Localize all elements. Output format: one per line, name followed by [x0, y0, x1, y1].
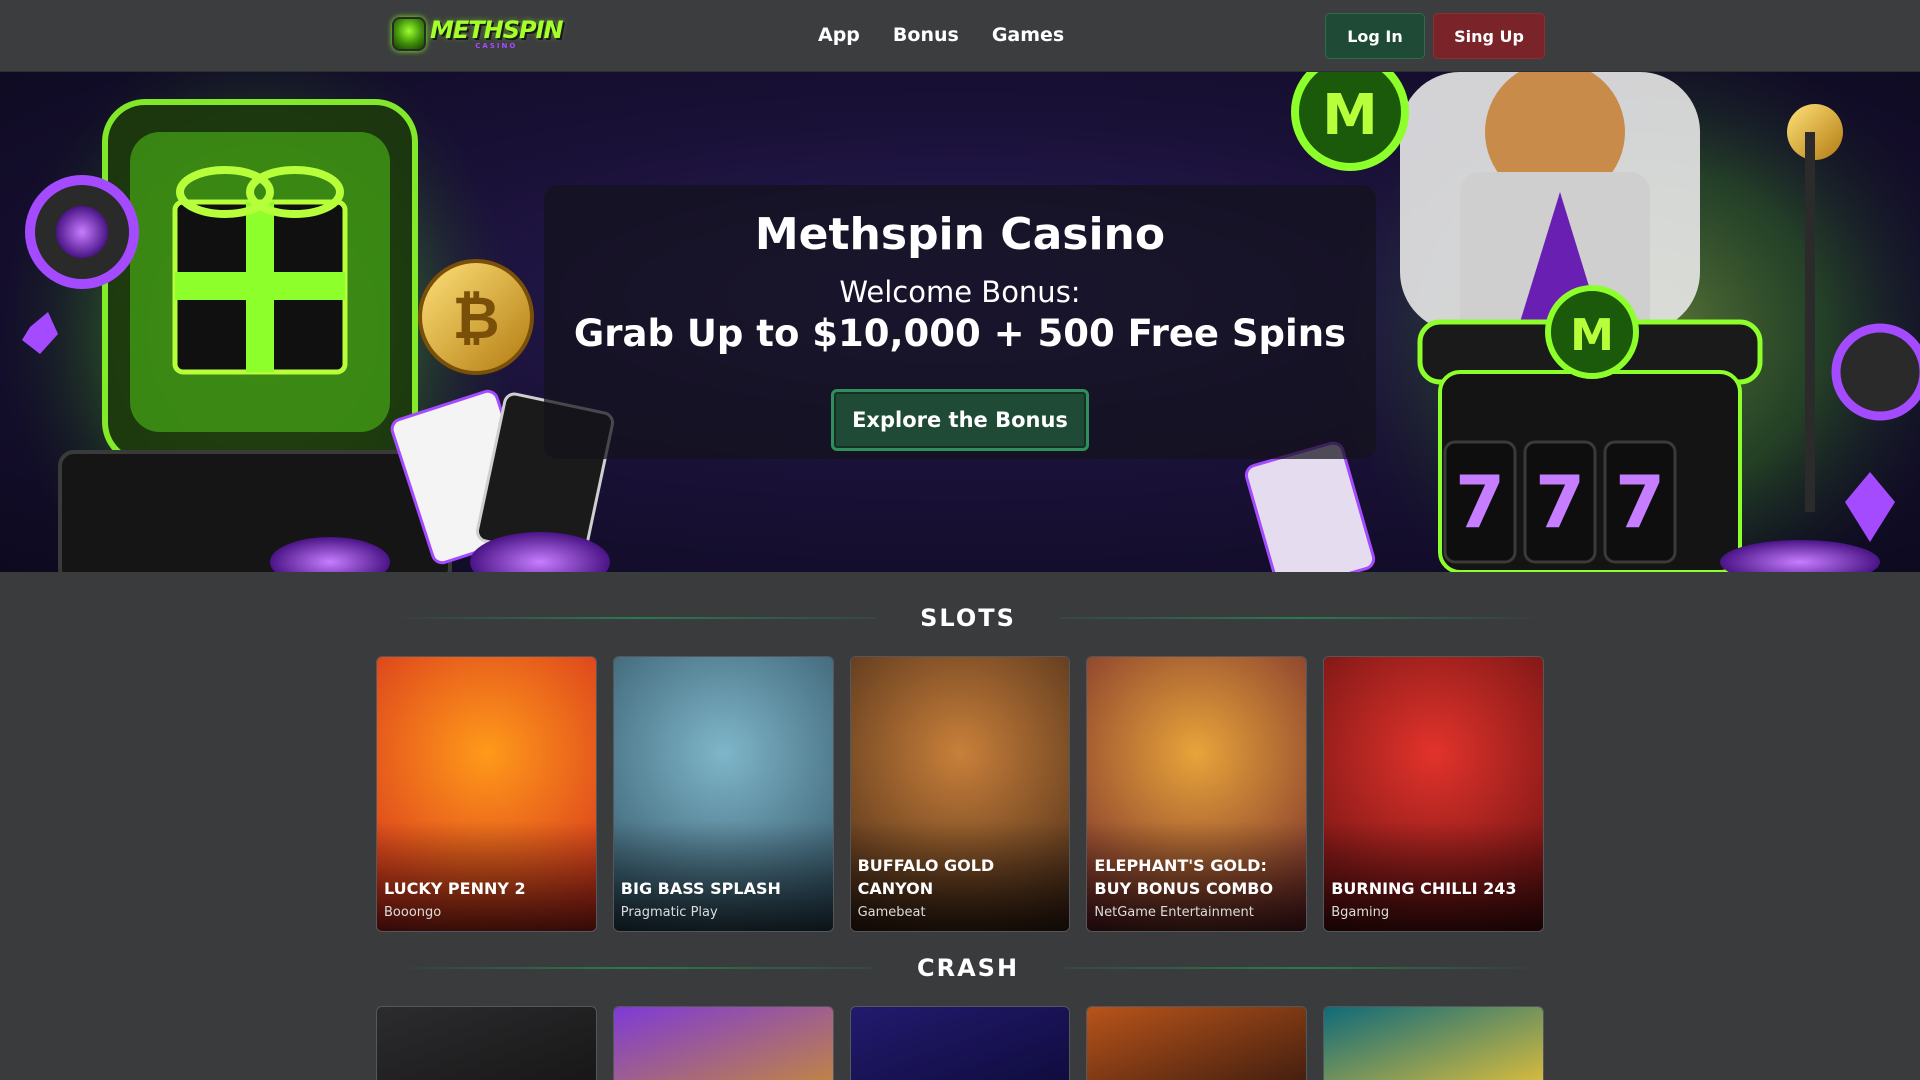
game-name: BURNING CHILLI 243	[1331, 879, 1517, 898]
divider	[1059, 617, 1544, 619]
game-name: LUCKY PENNY 2	[384, 879, 526, 898]
game-thumbnail	[613, 1007, 833, 1080]
main-nav: App Bonus Games	[818, 24, 1064, 46]
divider	[1063, 967, 1545, 969]
game-provider: Booongo	[384, 905, 442, 920]
game-thumbnail	[850, 1007, 1070, 1080]
methspin-logo[interactable]: METHSPIN CASINO	[392, 12, 564, 56]
game-thumbnail	[1087, 1007, 1307, 1080]
svg-text:M: M	[1322, 83, 1378, 148]
game-card[interactable]: BIG BASS SPLASH Pragmatic Play	[612, 656, 834, 932]
game-card[interactable]: BUFFALO GOLD CANYON Gamebeat	[849, 656, 1071, 932]
game-name: ELEPHANT'S GOLD: BUY BONUS COMBO	[1094, 856, 1274, 898]
nav-bonus[interactable]: Bonus	[893, 24, 959, 46]
hero-subtitle: Welcome Bonus:	[839, 275, 1081, 309]
nav-app[interactable]: App	[818, 24, 860, 46]
game-card[interactable]	[1323, 1006, 1544, 1080]
explore-bonus-button[interactable]: Explore the Bonus	[831, 389, 1089, 451]
svg-text:M: M	[1570, 310, 1614, 361]
slots-section-title: SLOTS	[392, 603, 1544, 633]
svg-text:7: 7	[1535, 460, 1585, 544]
game-card[interactable]	[1086, 1006, 1308, 1080]
login-button[interactable]: Log In	[1325, 13, 1425, 59]
logo-wordmark: METHSPIN CASINO	[430, 16, 564, 50]
section-heading: CRASH	[916, 954, 1020, 982]
hero-banner: ₿ M 7 7 7 M Methspin Casino Welcome Bonu…	[0, 72, 1920, 572]
hero-offer: Grab Up to $10,000 + 500 Free Spins	[573, 312, 1347, 355]
game-card[interactable]: BURNING CHILLI 243 Bgaming	[1323, 656, 1544, 932]
logo-icon	[392, 17, 426, 51]
divider	[392, 617, 877, 619]
game-provider: Bgaming	[1331, 905, 1390, 920]
game-thumbnail	[377, 1007, 596, 1080]
nav-games[interactable]: Games	[992, 24, 1064, 46]
game-card[interactable]	[612, 1006, 834, 1080]
game-card[interactable]	[849, 1006, 1071, 1080]
section-heading: SLOTS	[920, 604, 1016, 632]
hero-title: Methspin Casino	[754, 209, 1166, 260]
game-thumbnail	[1324, 1007, 1543, 1080]
game-name: BUFFALO GOLD CANYON	[857, 856, 995, 898]
crash-grid	[376, 1006, 1544, 1080]
logo-subtext: CASINO	[475, 42, 518, 50]
svg-text:7: 7	[1455, 460, 1505, 544]
hero-promo-box: Methspin Casino Welcome Bonus: Grab Up t…	[544, 185, 1376, 459]
svg-text:₿: ₿	[452, 284, 499, 352]
game-provider: Gamebeat	[857, 905, 926, 920]
logo-text: METHSPIN	[430, 16, 564, 44]
game-card[interactable]: ELEPHANT'S GOLD: BUY BONUS COMBO NetGame…	[1086, 656, 1308, 932]
game-provider: NetGame Entertainment	[1094, 905, 1254, 920]
top-header: METHSPIN CASINO App Bonus Games Log In S…	[0, 0, 1920, 72]
game-card[interactable]: LUCKY PENNY 2 Booongo	[376, 656, 597, 932]
crash-section-title: CRASH	[392, 953, 1545, 983]
signup-button[interactable]: Sing Up	[1433, 13, 1545, 59]
game-provider: Pragmatic Play	[620, 905, 718, 920]
slots-grid: LUCKY PENNY 2 Booongo BIG BASS SPLASH Pr…	[376, 656, 1544, 932]
divider	[392, 967, 873, 969]
game-name: BIG BASS SPLASH	[620, 879, 781, 898]
svg-text:7: 7	[1615, 460, 1665, 544]
game-card[interactable]	[376, 1006, 597, 1080]
